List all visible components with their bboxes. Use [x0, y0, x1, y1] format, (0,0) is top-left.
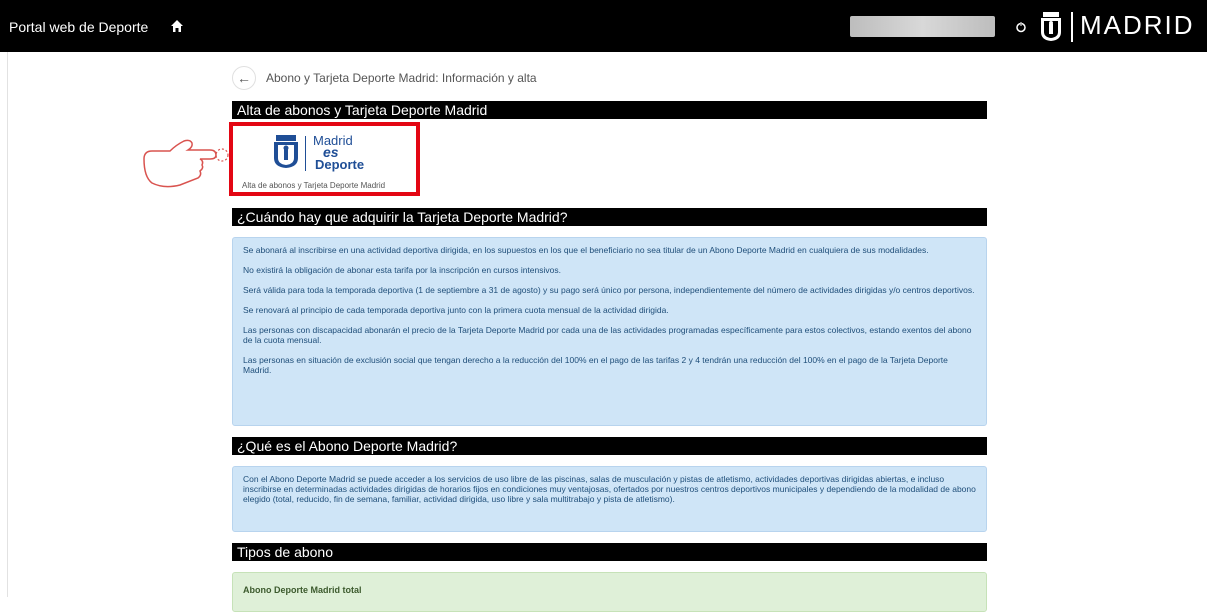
- back-arrow-icon: ←: [237, 70, 251, 86]
- top-bar: Portal web de Deporte MADRID: [0, 0, 1207, 52]
- section-heading-que-es: ¿Qué es el Abono Deporte Madrid?: [232, 437, 987, 455]
- brand-deporte-text: Deporte: [315, 157, 365, 172]
- madrid-shield-icon: [1041, 12, 1061, 41]
- breadcrumb: ← Abono y Tarjeta Deporte Madrid: Inform…: [232, 66, 537, 90]
- info-paragraph: Será válida para toda la temporada depor…: [243, 285, 975, 295]
- info-paragraph: Se renovará al principio de cada tempora…: [243, 305, 669, 315]
- power-icon[interactable]: [1015, 21, 1027, 33]
- user-account-box[interactable]: [850, 16, 995, 37]
- info-paragraph: Con el Abono Deporte Madrid se puede acc…: [243, 474, 976, 504]
- logo-divider: [305, 136, 306, 171]
- abono-type-title: Abono Deporte Madrid total: [243, 585, 362, 595]
- info-paragraph: Las personas en situación de exclusión s…: [243, 355, 948, 375]
- portal-title-link[interactable]: Portal web de Deporte: [9, 19, 148, 35]
- info-paragraph: Las personas con discapacidad abonarán e…: [243, 325, 972, 345]
- info-paragraph: Se abonará al inscribirse en una activid…: [243, 245, 929, 255]
- home-icon[interactable]: [170, 19, 184, 33]
- info-paragraph: No existirá la obligación de abonar esta…: [243, 265, 561, 275]
- back-button[interactable]: ←: [232, 66, 256, 90]
- page-edge-divider: [7, 52, 8, 597]
- logo-caption: Alta de abonos y Tarjeta Deporte Madrid: [242, 181, 386, 190]
- pointing-hand-icon: [143, 139, 229, 188]
- breadcrumb-title: Abono y Tarjeta Deporte Madrid: Informac…: [266, 71, 537, 85]
- section-heading-cuando: ¿Cuándo hay que adquirir la Tarjeta Depo…: [232, 208, 987, 226]
- section-heading-alta: Alta de abonos y Tarjeta Deporte Madrid: [232, 101, 987, 119]
- abono-type-card[interactable]: Abono Deporte Madrid total: [232, 572, 987, 612]
- tarjeta-info-box: Se abonará al inscribirse en una activid…: [232, 237, 987, 426]
- madrid-shield-icon: [274, 135, 298, 168]
- abono-info-box: Con el Abono Deporte Madrid se puede acc…: [232, 466, 987, 532]
- logo-divider: [1071, 12, 1073, 42]
- madrid-logo-text[interactable]: MADRID: [1080, 10, 1195, 41]
- section-heading-tipos: Tipos de abono: [232, 543, 987, 561]
- alta-abonos-link-card[interactable]: Madrid es Deporte Alta de abonos y Tarje…: [229, 122, 420, 196]
